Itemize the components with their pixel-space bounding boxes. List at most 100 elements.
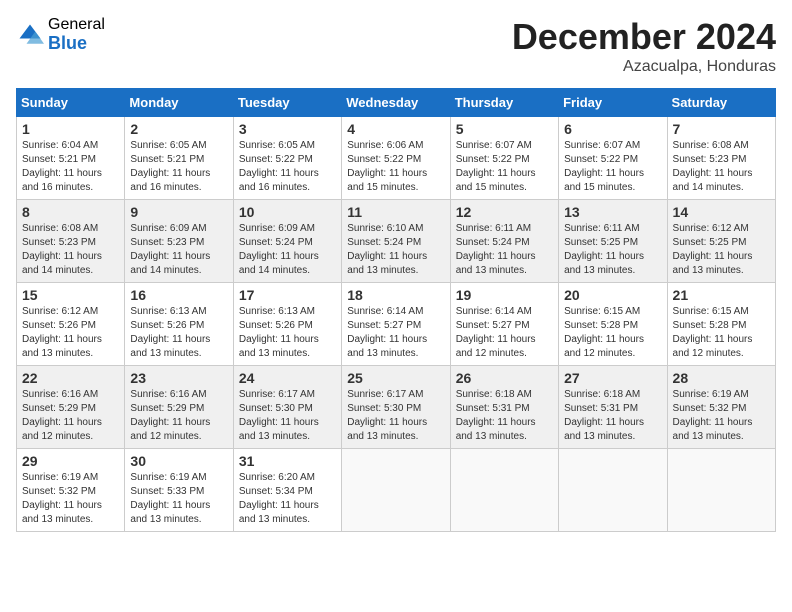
day-number: 30: [130, 453, 227, 469]
day-info: Sunrise: 6:10 AM Sunset: 5:24 PM Dayligh…: [347, 222, 444, 278]
day-info: Sunrise: 6:05 AM Sunset: 5:21 PM Dayligh…: [130, 139, 227, 195]
col-header-tuesday: Tuesday: [233, 89, 341, 117]
col-header-wednesday: Wednesday: [342, 89, 450, 117]
day-info: Sunrise: 6:19 AM Sunset: 5:32 PM Dayligh…: [22, 471, 119, 527]
day-number: 15: [22, 287, 119, 303]
day-info: Sunrise: 6:12 AM Sunset: 5:26 PM Dayligh…: [22, 305, 119, 361]
day-number: 12: [456, 204, 553, 220]
month-title: December 2024: [512, 16, 776, 58]
calendar-cell: 11 Sunrise: 6:10 AM Sunset: 5:24 PM Dayl…: [342, 200, 450, 283]
day-number: 23: [130, 370, 227, 386]
day-info: Sunrise: 6:20 AM Sunset: 5:34 PM Dayligh…: [239, 471, 336, 527]
day-number: 8: [22, 204, 119, 220]
calendar-cell: 17 Sunrise: 6:13 AM Sunset: 5:26 PM Dayl…: [233, 283, 341, 366]
day-number: 21: [673, 287, 770, 303]
day-number: 7: [673, 121, 770, 137]
calendar-cell: 29 Sunrise: 6:19 AM Sunset: 5:32 PM Dayl…: [17, 449, 125, 532]
day-number: 24: [239, 370, 336, 386]
day-number: 9: [130, 204, 227, 220]
day-info: Sunrise: 6:11 AM Sunset: 5:25 PM Dayligh…: [564, 222, 661, 278]
day-number: 1: [22, 121, 119, 137]
day-info: Sunrise: 6:14 AM Sunset: 5:27 PM Dayligh…: [456, 305, 553, 361]
col-header-thursday: Thursday: [450, 89, 558, 117]
calendar-cell: 30 Sunrise: 6:19 AM Sunset: 5:33 PM Dayl…: [125, 449, 233, 532]
day-number: 28: [673, 370, 770, 386]
day-info: Sunrise: 6:05 AM Sunset: 5:22 PM Dayligh…: [239, 139, 336, 195]
day-info: Sunrise: 6:13 AM Sunset: 5:26 PM Dayligh…: [239, 305, 336, 361]
day-info: Sunrise: 6:08 AM Sunset: 5:23 PM Dayligh…: [673, 139, 770, 195]
day-number: 31: [239, 453, 336, 469]
day-info: Sunrise: 6:07 AM Sunset: 5:22 PM Dayligh…: [456, 139, 553, 195]
day-number: 26: [456, 370, 553, 386]
logo-text: General Blue: [48, 16, 105, 53]
calendar-cell: 14 Sunrise: 6:12 AM Sunset: 5:25 PM Dayl…: [667, 200, 775, 283]
week-row-3: 15 Sunrise: 6:12 AM Sunset: 5:26 PM Dayl…: [17, 283, 776, 366]
calendar-cell: 25 Sunrise: 6:17 AM Sunset: 5:30 PM Dayl…: [342, 366, 450, 449]
week-row-1: 1 Sunrise: 6:04 AM Sunset: 5:21 PM Dayli…: [17, 117, 776, 200]
calendar-cell: 4 Sunrise: 6:06 AM Sunset: 5:22 PM Dayli…: [342, 117, 450, 200]
logo-icon: [16, 21, 44, 49]
calendar-cell: 18 Sunrise: 6:14 AM Sunset: 5:27 PM Dayl…: [342, 283, 450, 366]
col-header-friday: Friday: [559, 89, 667, 117]
day-info: Sunrise: 6:16 AM Sunset: 5:29 PM Dayligh…: [22, 388, 119, 444]
day-number: 11: [347, 204, 444, 220]
day-number: 10: [239, 204, 336, 220]
day-info: Sunrise: 6:17 AM Sunset: 5:30 PM Dayligh…: [347, 388, 444, 444]
calendar-cell: 5 Sunrise: 6:07 AM Sunset: 5:22 PM Dayli…: [450, 117, 558, 200]
day-number: 29: [22, 453, 119, 469]
calendar-cell: 9 Sunrise: 6:09 AM Sunset: 5:23 PM Dayli…: [125, 200, 233, 283]
day-number: 16: [130, 287, 227, 303]
title-block: December 2024 Azacualpa, Honduras: [512, 16, 776, 76]
calendar-cell: 1 Sunrise: 6:04 AM Sunset: 5:21 PM Dayli…: [17, 117, 125, 200]
day-number: 6: [564, 121, 661, 137]
logo-general: General: [48, 16, 105, 34]
col-header-monday: Monday: [125, 89, 233, 117]
calendar-cell: 10 Sunrise: 6:09 AM Sunset: 5:24 PM Dayl…: [233, 200, 341, 283]
calendar-cell: 12 Sunrise: 6:11 AM Sunset: 5:24 PM Dayl…: [450, 200, 558, 283]
calendar-cell: 23 Sunrise: 6:16 AM Sunset: 5:29 PM Dayl…: [125, 366, 233, 449]
day-number: 2: [130, 121, 227, 137]
week-row-4: 22 Sunrise: 6:16 AM Sunset: 5:29 PM Dayl…: [17, 366, 776, 449]
logo: General Blue: [16, 16, 105, 53]
calendar-cell: 16 Sunrise: 6:13 AM Sunset: 5:26 PM Dayl…: [125, 283, 233, 366]
calendar-cell: [342, 449, 450, 532]
calendar-cell: 13 Sunrise: 6:11 AM Sunset: 5:25 PM Dayl…: [559, 200, 667, 283]
day-info: Sunrise: 6:06 AM Sunset: 5:22 PM Dayligh…: [347, 139, 444, 195]
day-info: Sunrise: 6:13 AM Sunset: 5:26 PM Dayligh…: [130, 305, 227, 361]
calendar-cell: 6 Sunrise: 6:07 AM Sunset: 5:22 PM Dayli…: [559, 117, 667, 200]
day-number: 27: [564, 370, 661, 386]
calendar-cell: 8 Sunrise: 6:08 AM Sunset: 5:23 PM Dayli…: [17, 200, 125, 283]
logo-blue: Blue: [48, 34, 105, 54]
day-number: 3: [239, 121, 336, 137]
day-info: Sunrise: 6:15 AM Sunset: 5:28 PM Dayligh…: [564, 305, 661, 361]
calendar-cell: 7 Sunrise: 6:08 AM Sunset: 5:23 PM Dayli…: [667, 117, 775, 200]
calendar-cell: 28 Sunrise: 6:19 AM Sunset: 5:32 PM Dayl…: [667, 366, 775, 449]
week-row-5: 29 Sunrise: 6:19 AM Sunset: 5:32 PM Dayl…: [17, 449, 776, 532]
day-info: Sunrise: 6:15 AM Sunset: 5:28 PM Dayligh…: [673, 305, 770, 361]
location: Azacualpa, Honduras: [512, 58, 776, 76]
calendar-cell: 19 Sunrise: 6:14 AM Sunset: 5:27 PM Dayl…: [450, 283, 558, 366]
day-info: Sunrise: 6:09 AM Sunset: 5:24 PM Dayligh…: [239, 222, 336, 278]
calendar-cell: 27 Sunrise: 6:18 AM Sunset: 5:31 PM Dayl…: [559, 366, 667, 449]
day-number: 20: [564, 287, 661, 303]
day-info: Sunrise: 6:12 AM Sunset: 5:25 PM Dayligh…: [673, 222, 770, 278]
day-info: Sunrise: 6:19 AM Sunset: 5:33 PM Dayligh…: [130, 471, 227, 527]
day-info: Sunrise: 6:18 AM Sunset: 5:31 PM Dayligh…: [564, 388, 661, 444]
calendar-cell: 24 Sunrise: 6:17 AM Sunset: 5:30 PM Dayl…: [233, 366, 341, 449]
day-info: Sunrise: 6:17 AM Sunset: 5:30 PM Dayligh…: [239, 388, 336, 444]
calendar-cell: 2 Sunrise: 6:05 AM Sunset: 5:21 PM Dayli…: [125, 117, 233, 200]
calendar-cell: 15 Sunrise: 6:12 AM Sunset: 5:26 PM Dayl…: [17, 283, 125, 366]
day-info: Sunrise: 6:16 AM Sunset: 5:29 PM Dayligh…: [130, 388, 227, 444]
day-info: Sunrise: 6:14 AM Sunset: 5:27 PM Dayligh…: [347, 305, 444, 361]
calendar-cell: 26 Sunrise: 6:18 AM Sunset: 5:31 PM Dayl…: [450, 366, 558, 449]
calendar-header-row: SundayMondayTuesdayWednesdayThursdayFrid…: [17, 89, 776, 117]
page-header: General Blue December 2024 Azacualpa, Ho…: [16, 16, 776, 76]
day-info: Sunrise: 6:11 AM Sunset: 5:24 PM Dayligh…: [456, 222, 553, 278]
calendar-cell: [559, 449, 667, 532]
day-number: 13: [564, 204, 661, 220]
col-header-sunday: Sunday: [17, 89, 125, 117]
week-row-2: 8 Sunrise: 6:08 AM Sunset: 5:23 PM Dayli…: [17, 200, 776, 283]
calendar-cell: 31 Sunrise: 6:20 AM Sunset: 5:34 PM Dayl…: [233, 449, 341, 532]
day-number: 14: [673, 204, 770, 220]
col-header-saturday: Saturday: [667, 89, 775, 117]
